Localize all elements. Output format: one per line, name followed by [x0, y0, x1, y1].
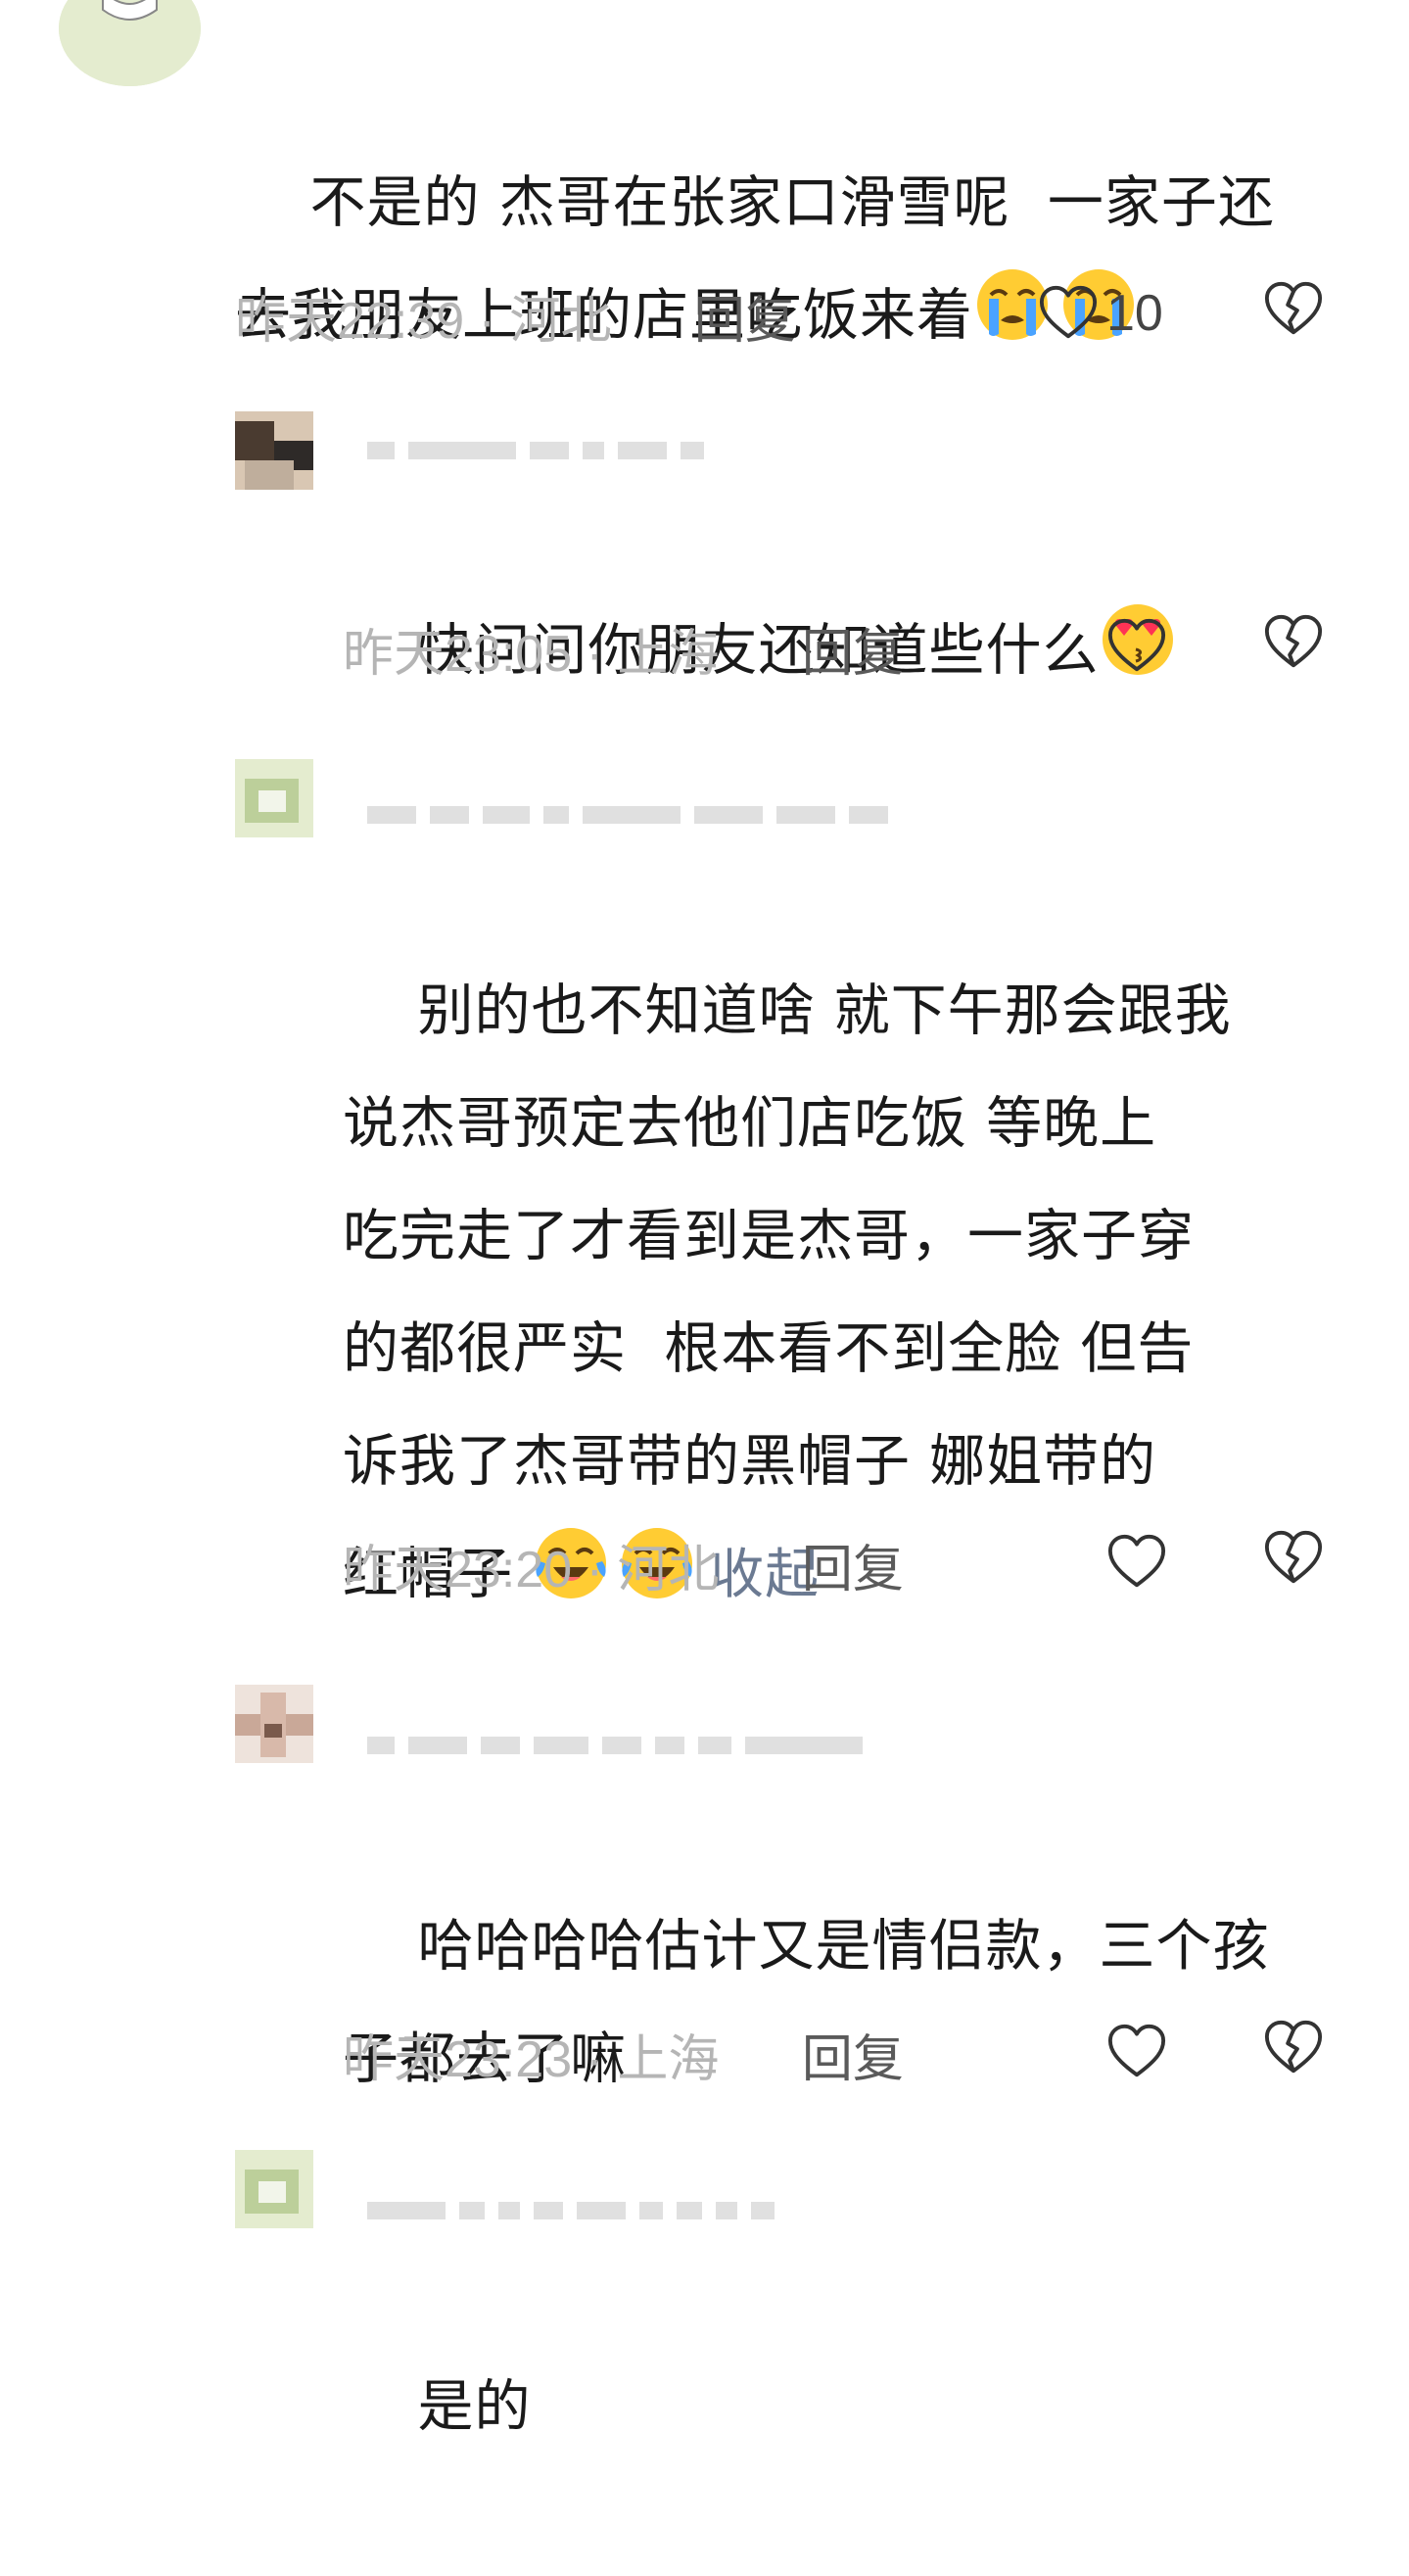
comment-text-content: 别的也不知道啥 就下午那会跟我 说杰哥预定去他们店吃饭 等晚上 吃完走了才看到是… [343, 978, 1232, 1606]
location: 上海 [617, 626, 720, 683]
username-blurred [367, 2199, 775, 2222]
username-blurred [367, 1734, 863, 1757]
broken-heart-icon [1263, 279, 1324, 340]
timestamp: 昨天23:23 [343, 2031, 573, 2088]
like-button[interactable] [1106, 2018, 1175, 2086]
heart-outline-icon [1038, 283, 1099, 344]
reply-button[interactable]: 回复 [802, 1542, 904, 1598]
reply-button[interactable]: 回复 [802, 2031, 904, 2088]
dislike-button[interactable] [1263, 2018, 1332, 2086]
like-count: 10 [1106, 285, 1163, 342]
comment-meta: 昨天23:23 · 上海 回复 [343, 2018, 904, 2091]
avatar[interactable] [59, 0, 201, 86]
avatar[interactable] [235, 411, 313, 490]
like-button[interactable] [1106, 612, 1175, 681]
timestamp: 昨天22:39 [235, 293, 465, 350]
location: 河北 [509, 293, 612, 350]
comment-meta: 昨天23:20 · 河北 回复 [343, 1528, 904, 1601]
comment-1: 不是的 杰哥在张家口滑雪呢 一家子还 去我朋友上班的店里吃饭来着 昨天22:39… [0, 0, 1409, 350]
broken-heart-icon [1263, 1528, 1324, 1589]
timestamp: 昨天23:05 [343, 626, 573, 683]
timestamp: 昨天23:20 [343, 1542, 573, 1598]
comment-meta: 昨天23:05 · 上海 回复 [343, 612, 904, 686]
avatar[interactable] [235, 759, 313, 837]
heart-outline-icon [1106, 2022, 1167, 2082]
reply-button[interactable]: 回复 [802, 626, 904, 683]
comment-text: 别的也不知道啥 就下午那会跟我 说杰哥预定去他们店吃饭 等晚上 吃完走了才看到是… [343, 842, 1400, 1743]
username-blurred [367, 439, 704, 462]
avatar[interactable] [235, 2150, 313, 2228]
broken-heart-icon [1263, 2018, 1324, 2078]
location: 河北 [617, 1542, 720, 1598]
location: 上海 [617, 2031, 720, 2088]
heart-outline-icon [1106, 1532, 1167, 1593]
comment-meta: 昨天22:39 · 河北 回复 [235, 279, 796, 353]
comment-4: 哈哈哈哈估计又是情侣款，三个孩 子都去了嘛 昨天23:23 · 上海 回复 [0, 1670, 1409, 2091]
dislike-button[interactable] [1263, 279, 1332, 348]
meta-separator: · [586, 1542, 603, 1598]
like-button[interactable]: 10 [1038, 279, 1163, 348]
avatar[interactable] [235, 1685, 313, 1763]
meta-separator: · [586, 2031, 603, 2088]
username-blurred [367, 803, 888, 827]
meta-separator: · [586, 626, 603, 683]
dislike-button[interactable] [1263, 612, 1332, 681]
meta-separator: · [478, 293, 495, 350]
broken-heart-icon [1263, 612, 1324, 673]
comment-text-content: 是的 [417, 2374, 532, 2439]
heart-outline-icon [1106, 616, 1167, 677]
like-button[interactable] [1106, 1528, 1175, 1597]
reply-button[interactable]: 回复 [694, 293, 796, 350]
comment-text: 是的 [343, 2238, 1400, 2576]
comment-5: 是的 [0, 2135, 1409, 2439]
comment-3: 别的也不知道啥 就下午那会跟我 说杰哥预定去他们店吃饭 等晚上 吃完走了才看到是… [0, 744, 1409, 1626]
comment-2: 快问问你朋友还知道些什么 昨天23:05 · 上海 回复 [0, 392, 1409, 686]
dislike-button[interactable] [1263, 1528, 1332, 1597]
